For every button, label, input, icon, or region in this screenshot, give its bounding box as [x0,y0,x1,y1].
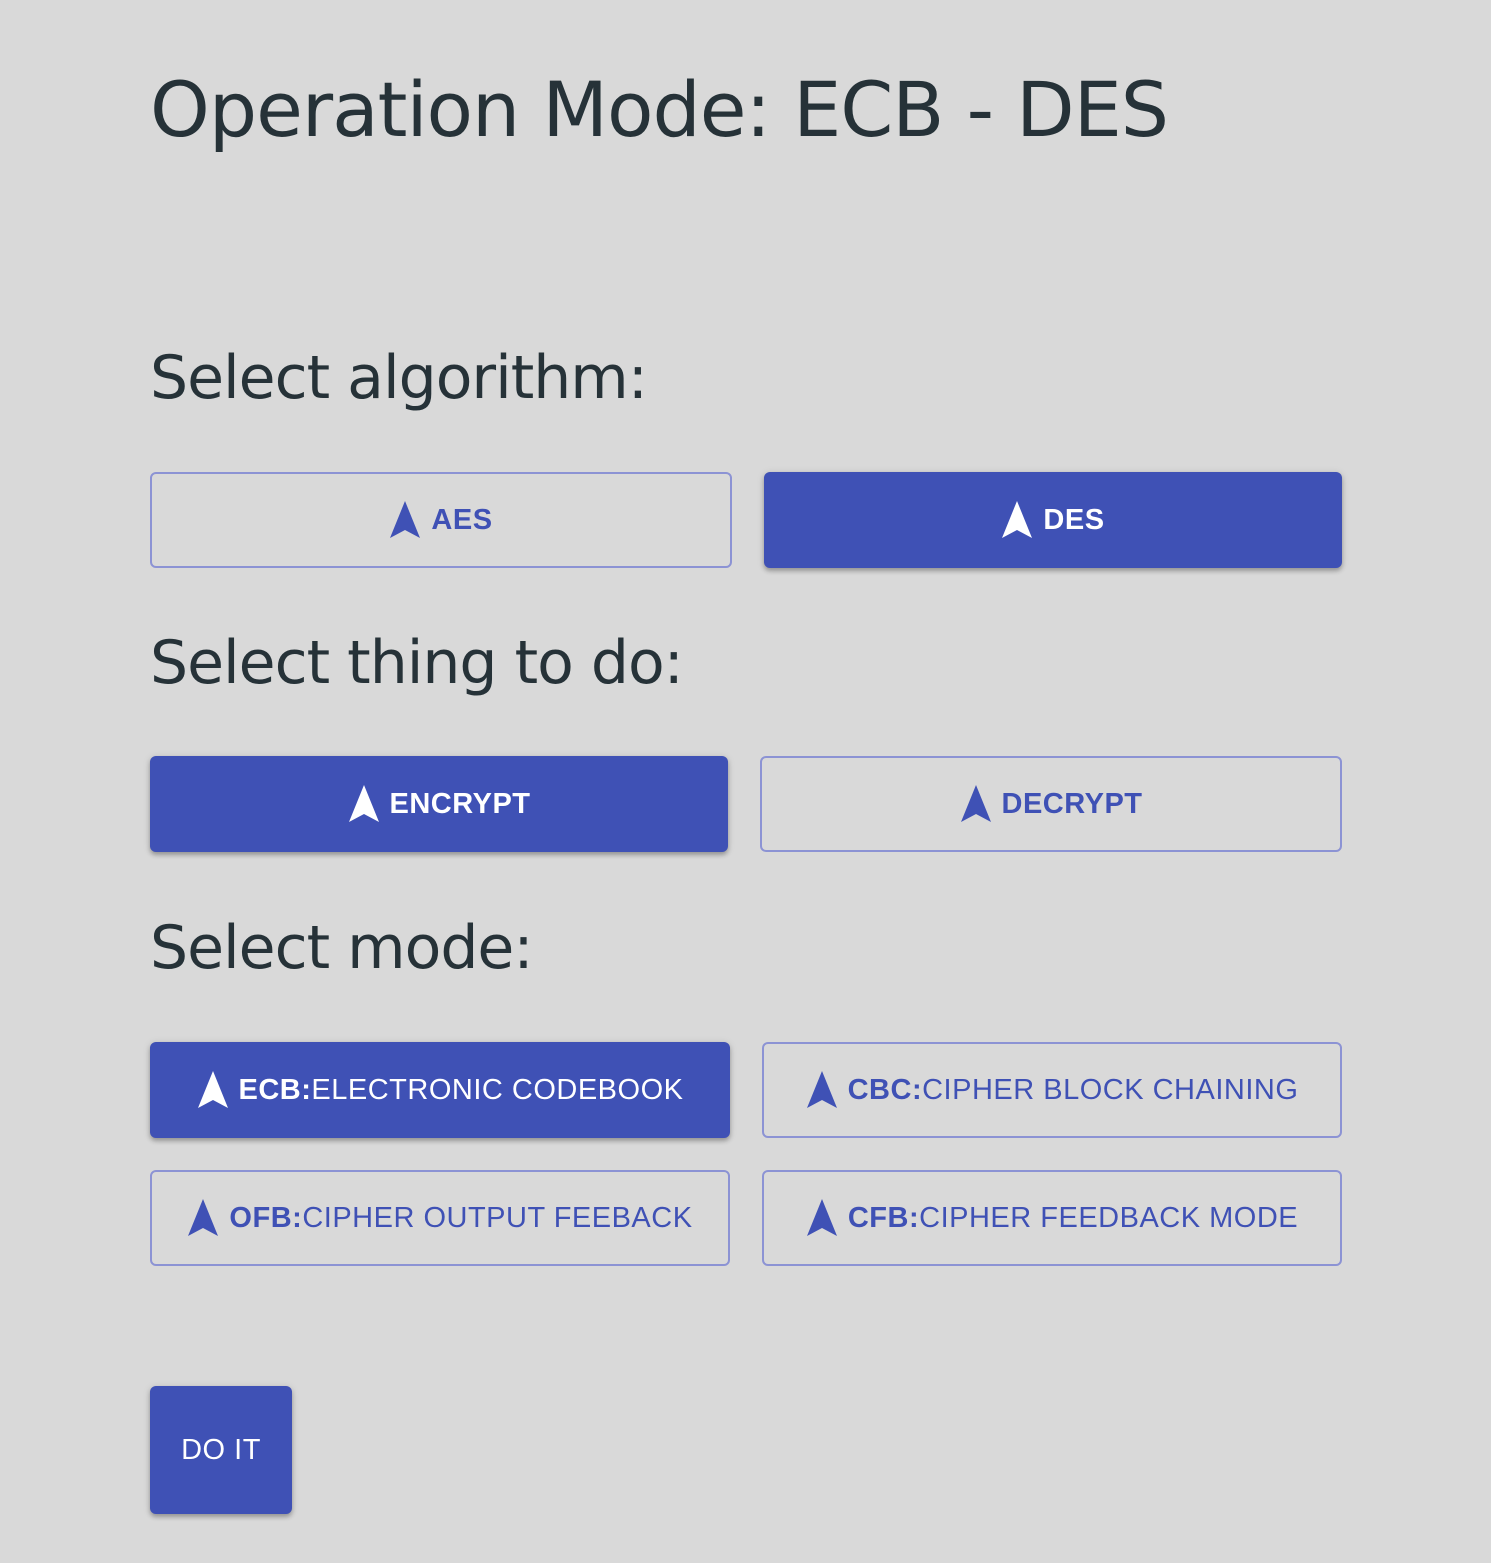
mode-option-description: ELECTRONIC CODEBOOK [311,1073,684,1106]
mode-option-code: OFB [229,1201,293,1234]
mode-option-description: CIPHER FEEDBACK MODE [919,1201,1299,1234]
mode-option-description: CIPHER BLOCK CHAINING [922,1073,1299,1106]
do-it-button-label: DO IT [181,1433,261,1466]
navigation-arrow-icon [960,785,992,823]
mode-option-code: CBC [847,1073,912,1106]
mode-option-code: CFB [847,1201,909,1234]
navigation-arrow-icon [1001,501,1033,539]
navigation-arrow-icon [197,1071,229,1109]
navigation-arrow-icon [348,785,380,823]
mode-option-separator: : [911,1073,923,1106]
page-title: Operation Mode: ECB - DES [150,65,1169,154]
action-option-encrypt[interactable]: ENCRYPT [150,756,728,852]
mode-heading: Select mode: [150,913,534,983]
action-option-decrypt[interactable]: DECRYPT [760,756,1342,852]
mode-option-cfb[interactable]: CFB: CIPHER FEEDBACK MODE [762,1170,1342,1266]
navigation-arrow-icon [389,501,421,539]
mode-option-ecb[interactable]: ECB: ELECTRONIC CODEBOOK [150,1042,730,1138]
mode-option-ofb[interactable]: OFB: CIPHER OUTPUT FEEBACK [150,1170,730,1266]
action-heading: Select thing to do: [150,628,684,698]
do-it-button[interactable]: DO IT [150,1386,292,1514]
algorithm-heading: Select algorithm: [150,343,648,413]
mode-option-separator: : [908,1201,920,1234]
algorithm-option-label: AES [431,503,493,536]
algorithm-option-aes[interactable]: AES [150,472,732,568]
navigation-arrow-icon [187,1199,219,1237]
action-option-label: ENCRYPT [389,787,531,820]
navigation-arrow-icon [806,1071,838,1109]
navigation-arrow-icon [806,1199,838,1237]
mode-option-separator: : [292,1201,303,1234]
action-option-label: DECRYPT [1001,787,1143,820]
mode-option-separator: : [301,1073,312,1106]
algorithm-option-des[interactable]: DES [764,472,1342,568]
mode-option-description: CIPHER OUTPUT FEEBACK [302,1201,693,1234]
algorithm-option-label: DES [1043,503,1105,536]
mode-option-cbc[interactable]: CBC: CIPHER BLOCK CHAINING [762,1042,1342,1138]
mode-option-code: ECB [238,1073,302,1106]
